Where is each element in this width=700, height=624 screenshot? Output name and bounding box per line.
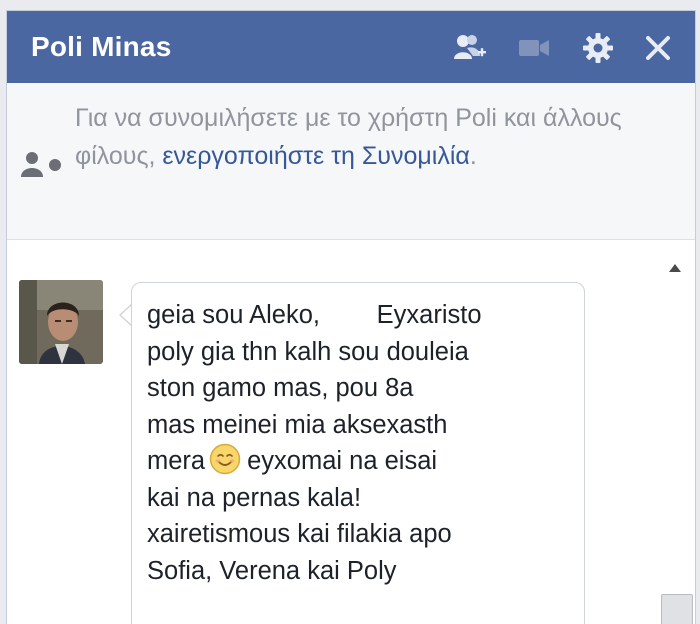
video-call-icon[interactable]: [517, 31, 551, 65]
message-line: geia sou Aleko, Eyxaristo: [147, 301, 482, 329]
notice-text: Για να συνομιλήσετε με το χρήστη Poli κα…: [75, 99, 635, 175]
notice-suffix: .: [469, 142, 477, 170]
scrollbar[interactable]: [655, 240, 695, 624]
enable-chat-link[interactable]: ενεργοποιήστε τη Συνομιλία: [162, 142, 469, 170]
message-line-with-emoji: mera eyxomai na eisai: [147, 443, 574, 480]
chat-disabled-notice: Για να συνομιλήσετε με το χρήστη Poli κα…: [7, 83, 695, 240]
message-line: ston gamo mas, pou 8a: [147, 374, 414, 402]
scroll-up-arrow-icon[interactable]: [669, 264, 681, 272]
message-line: Sofia, Verena kai Poly: [147, 556, 397, 585]
message-line: mera: [147, 447, 206, 475]
message-line: kai na pernas kala!: [147, 483, 362, 512]
gear-icon[interactable]: [581, 31, 615, 65]
offline-status-icon: [21, 152, 61, 177]
message-line: poly gia thn kalh sou douleia: [147, 337, 469, 366]
chat-header[interactable]: Poli Minas: [7, 11, 695, 83]
chat-title[interactable]: Poli Minas: [31, 31, 171, 63]
add-friend-icon[interactable]: [453, 31, 487, 65]
message-line: xairetismous kai filakia apo: [147, 520, 452, 548]
chat-window: Poli Minas Για να συνομιλήσετε με το χρή…: [6, 10, 696, 624]
message-line: eyxomai na eisai: [247, 447, 438, 475]
message-list[interactable]: geia sou Aleko, Eyxaristo poly gia thn k…: [7, 240, 695, 624]
avatar[interactable]: [19, 280, 103, 364]
smiling-face-icon: [209, 443, 241, 475]
scroll-thumb[interactable]: [661, 594, 693, 624]
message-line: mas meinei mia aksexasth: [147, 410, 448, 439]
message-bubble[interactable]: geia sou Aleko, Eyxaristo poly gia thn k…: [131, 282, 585, 624]
close-icon[interactable]: [641, 31, 675, 65]
